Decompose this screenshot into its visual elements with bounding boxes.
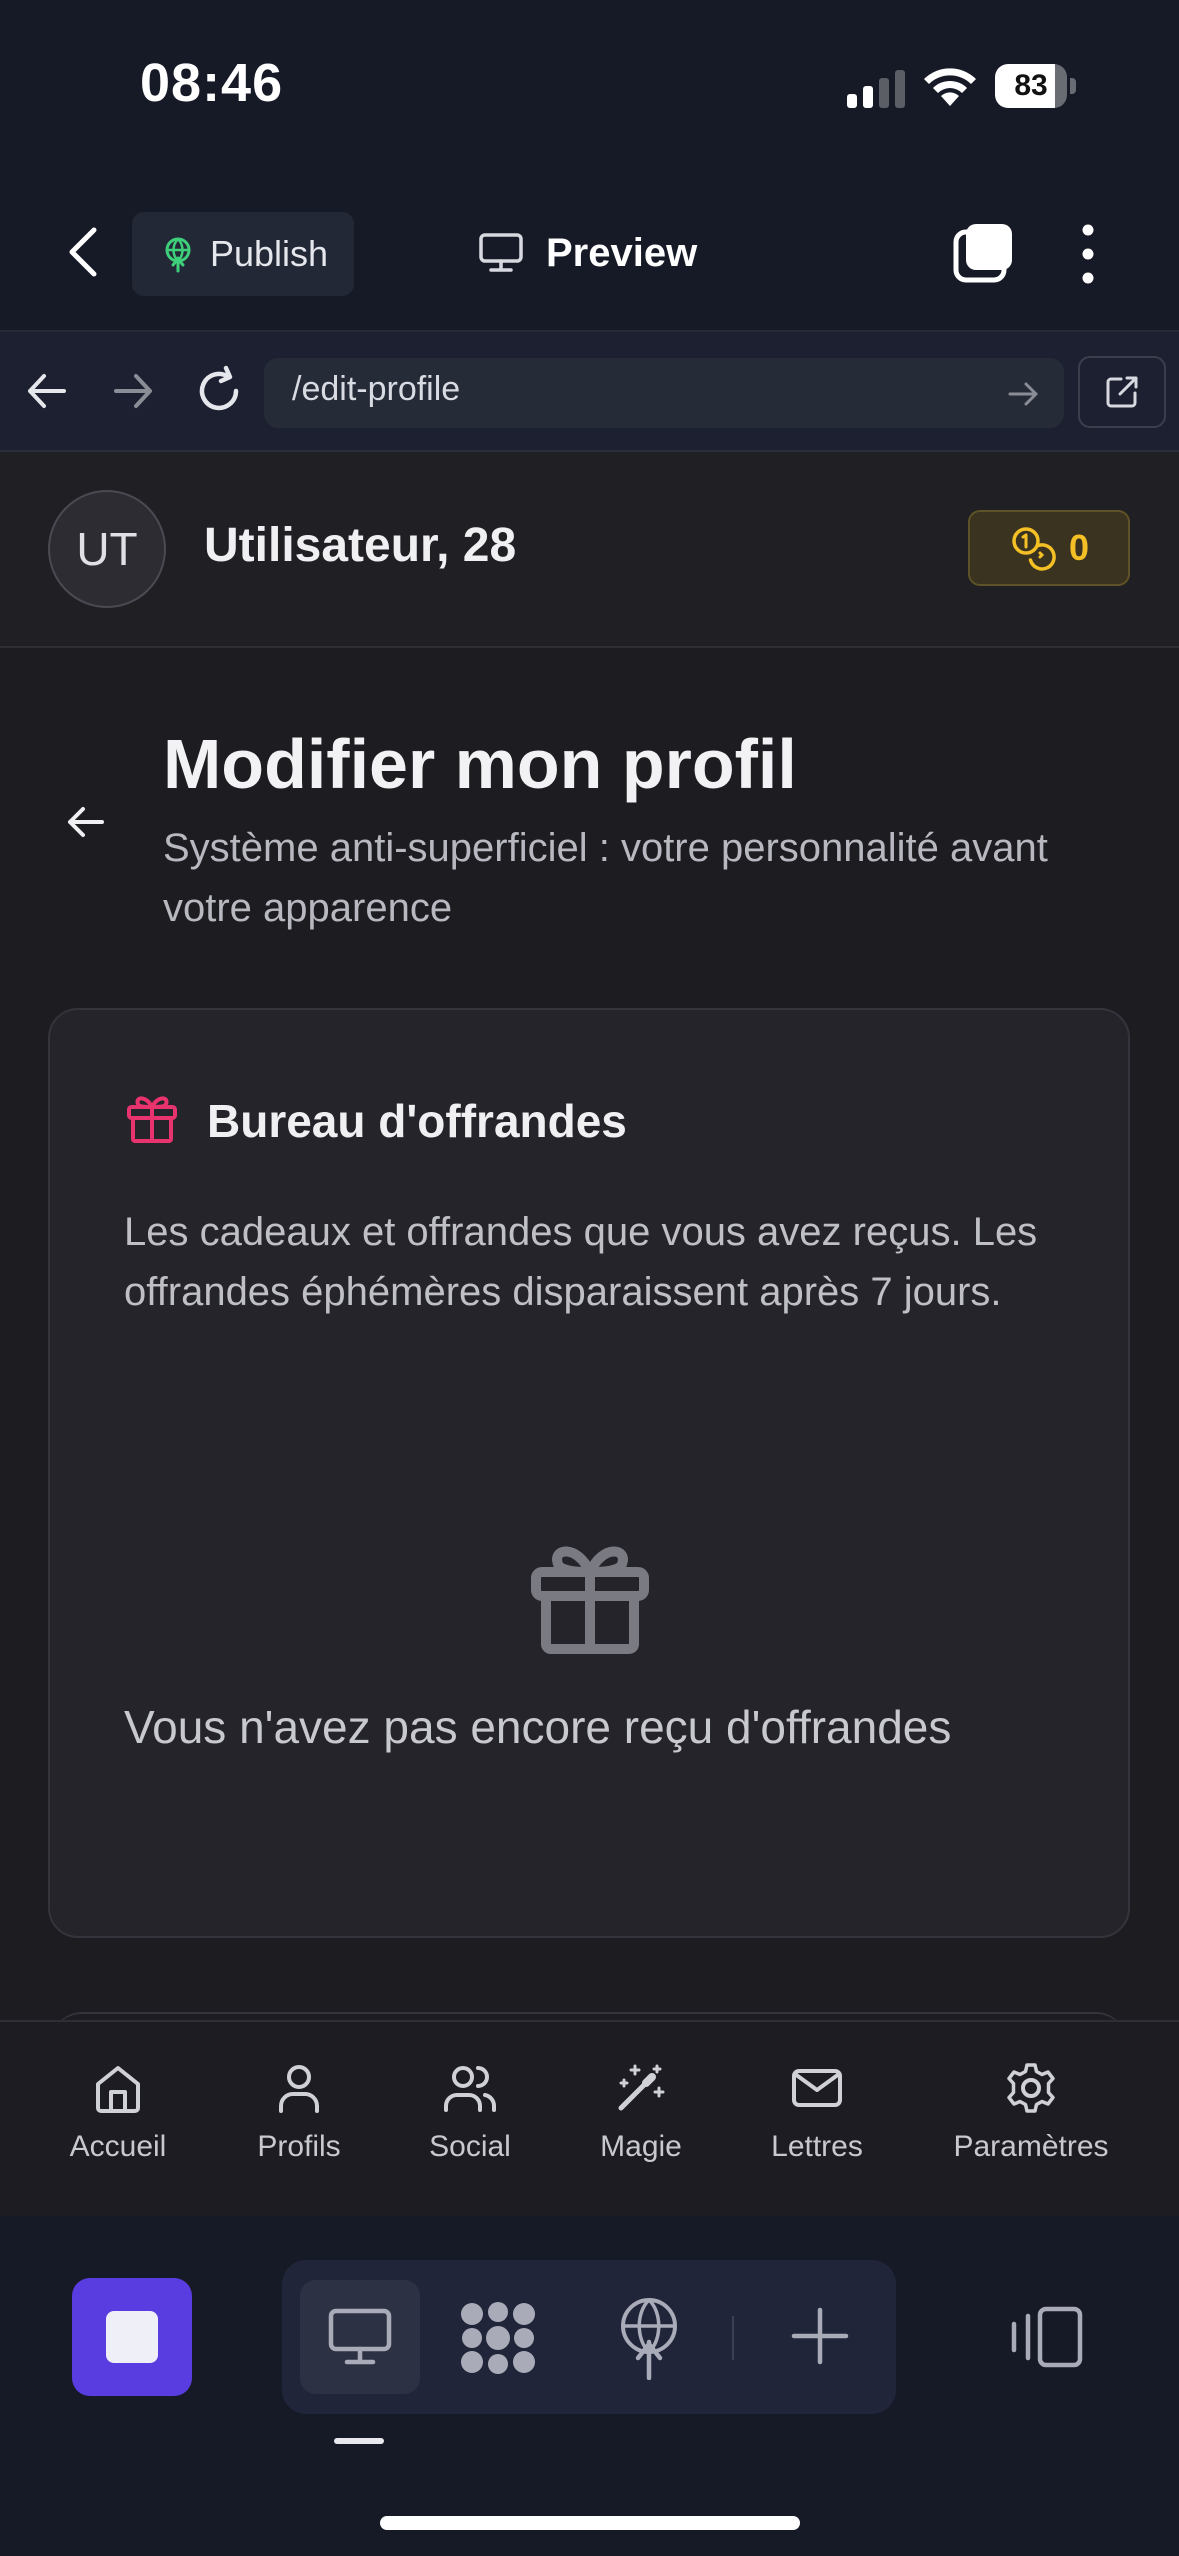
magic-wand-icon <box>618 2064 665 2111</box>
preview-button[interactable]: Preview <box>478 222 697 284</box>
nav-label: Profils <box>257 2130 341 2163</box>
status-time: 08:46 <box>140 53 284 113</box>
nav-item-social[interactable]: Social <box>380 2060 560 2180</box>
stop-button[interactable] <box>72 2278 192 2396</box>
coins-count: 0 <box>1068 527 1090 568</box>
arrow-right-icon[interactable] <box>108 366 158 416</box>
mail-icon <box>792 2069 842 2107</box>
open-external-button[interactable] <box>1078 356 1166 428</box>
nav-item-profils[interactable]: Profils <box>209 2060 389 2180</box>
publish-label: Publish <box>210 233 329 274</box>
card-title: Bureau d'offrandes <box>207 1095 627 1147</box>
battery-indicator: 83 <box>995 64 1077 108</box>
toolbar-divider <box>732 2316 734 2360</box>
go-arrow-icon[interactable] <box>1005 376 1041 412</box>
blocks-icon[interactable] <box>458 2300 538 2376</box>
coins-badge[interactable]: 0 <box>968 510 1130 586</box>
nav-label: Paramètres <box>953 2130 1109 2163</box>
reload-icon[interactable] <box>192 364 246 418</box>
publish-button[interactable]: Publish <box>132 212 354 296</box>
page-title: Modifier mon profil <box>163 725 797 803</box>
wifi-icon <box>924 68 976 106</box>
gear-icon <box>1007 2063 1055 2113</box>
preview-label: Preview <box>546 230 698 275</box>
battery-percent: 83 <box>1014 69 1048 102</box>
nav-label: Accueil <box>69 2130 167 2163</box>
nav-item-magie[interactable]: Magie <box>551 2060 731 2180</box>
back-chevron-icon[interactable] <box>58 222 112 282</box>
empty-gift-icon <box>531 1546 649 1654</box>
more-vertical-icon[interactable] <box>1068 222 1108 286</box>
coins-icon <box>1012 527 1056 571</box>
url-text[interactable]: /edit-profile <box>292 370 460 409</box>
stop-icon <box>106 2311 158 2363</box>
desktop-view-button[interactable] <box>300 2280 420 2394</box>
card-description: Les cadeaux et offrandes que vous avez r… <box>124 1210 1038 1314</box>
monitor-icon <box>479 233 523 272</box>
user-name: Utilisateur, 28 <box>204 519 517 572</box>
external-link-icon <box>1106 376 1138 408</box>
nav-label: Lettres <box>771 2130 863 2163</box>
empty-state-text: Vous n'avez pas encore reçu d'offrandes <box>124 1701 952 1753</box>
nav-item-accueil[interactable]: Accueil <box>28 2060 208 2180</box>
monitor-icon <box>328 2308 392 2365</box>
page-subtitle: Système anti-superficiel : votre personn… <box>163 826 1048 930</box>
cellular-signal-icon <box>847 70 905 108</box>
panel-layout-icon[interactable] <box>1008 2306 1084 2368</box>
users-icon <box>444 2066 496 2112</box>
plus-icon[interactable] <box>790 2306 850 2366</box>
user-icon <box>279 2065 319 2113</box>
home-icon <box>96 2066 140 2113</box>
nav-item-lettres[interactable]: Lettres <box>727 2060 907 2180</box>
page-back-arrow-icon[interactable] <box>64 800 108 844</box>
active-tab-indicator <box>334 2438 384 2444</box>
tabs-icon[interactable] <box>952 222 1016 286</box>
nav-item-parametres[interactable]: Paramètres <box>941 2060 1121 2180</box>
nav-label: Social <box>429 2130 511 2163</box>
arrow-left-icon[interactable] <box>22 366 72 416</box>
nav-label: Magie <box>600 2130 682 2163</box>
avatar[interactable]: UT <box>48 490 166 608</box>
publish-icon <box>165 237 191 273</box>
gift-icon <box>127 1096 177 1143</box>
home-indicator[interactable] <box>380 2516 800 2530</box>
deploy-icon[interactable] <box>614 2296 684 2380</box>
